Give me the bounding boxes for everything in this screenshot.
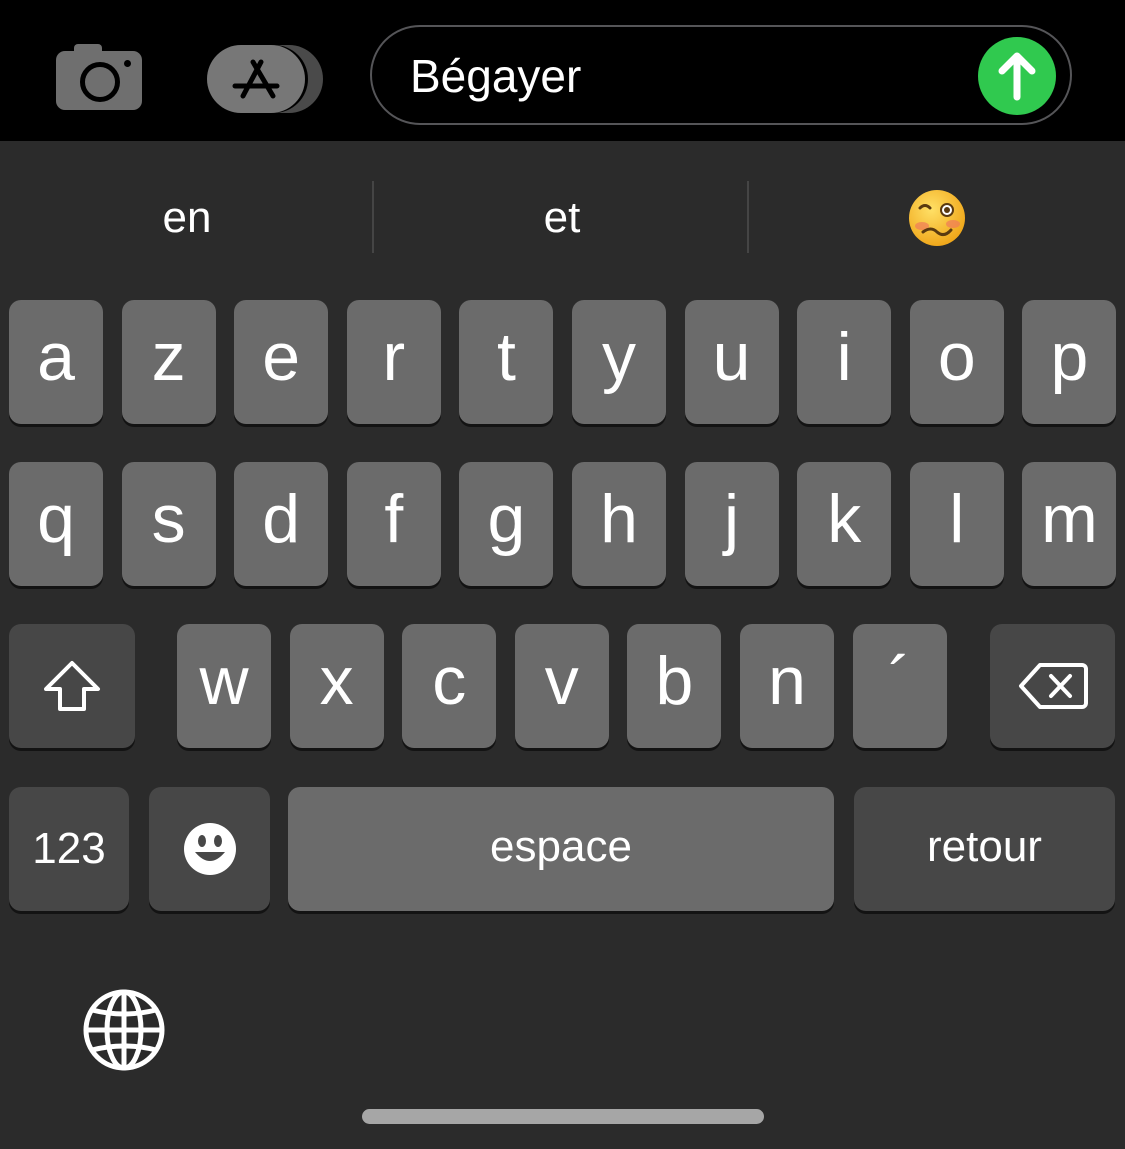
letter-key-label: j <box>724 481 740 557</box>
letter-key[interactable]: g <box>459 462 554 586</box>
letter-key-label: v <box>544 643 579 719</box>
letter-key[interactable]: q <box>9 462 103 586</box>
letter-key[interactable]: m <box>1022 462 1117 586</box>
message-toolbar: Bégayer <box>0 0 1125 141</box>
app-store-icon <box>232 59 280 99</box>
letter-key-label: s <box>151 481 186 557</box>
letter-key-label: ´ <box>888 643 911 719</box>
shift-icon <box>44 661 100 711</box>
letter-key-label: o <box>937 319 976 395</box>
letter-key-label: m <box>1041 481 1098 557</box>
camera-button[interactable] <box>56 44 142 110</box>
message-input[interactable]: Bégayer <box>370 25 1072 125</box>
letter-key-label: z <box>151 319 186 395</box>
letter-key[interactable]: l <box>909 462 1004 586</box>
letter-key-label: p <box>1050 319 1089 395</box>
numbers-key-label: 123 <box>32 824 106 873</box>
space-key[interactable]: espace <box>288 787 834 911</box>
suggestion-en[interactable]: en <box>0 170 374 265</box>
shift-key[interactable] <box>9 624 135 748</box>
letter-key[interactable]: a <box>9 300 103 424</box>
letter-key[interactable]: i <box>797 300 892 424</box>
letter-key[interactable]: k <box>797 462 892 586</box>
smiley-icon <box>183 823 236 875</box>
return-key[interactable]: retour <box>854 787 1115 911</box>
suggestion-divider <box>372 181 374 253</box>
letter-key[interactable]: e <box>234 300 329 424</box>
letter-key-label: r <box>382 319 406 395</box>
letter-key-label: q <box>37 481 75 557</box>
globe-icon[interactable] <box>82 988 166 1072</box>
letter-key-label: t <box>496 319 516 395</box>
camera-icon-top <box>74 44 102 53</box>
letter-key-label: k <box>827 481 862 557</box>
suggestion-et[interactable]: et <box>375 170 749 265</box>
arrow-up-icon <box>998 52 1036 101</box>
woozy-face-emoji-icon <box>909 190 965 246</box>
letter-key[interactable]: v <box>514 624 609 748</box>
letter-key-label: u <box>712 319 751 395</box>
letter-key[interactable]: ´ <box>852 624 947 748</box>
letter-key[interactable]: j <box>684 462 779 586</box>
suggestion-divider <box>747 181 749 253</box>
letter-key[interactable]: r <box>346 300 441 424</box>
letter-key[interactable]: h <box>572 462 666 586</box>
letter-key[interactable]: b <box>627 624 722 748</box>
delete-key[interactable] <box>990 624 1115 748</box>
app-store-button[interactable] <box>207 45 323 113</box>
letter-key-label: g <box>487 481 526 557</box>
letter-key[interactable]: p <box>1022 300 1117 424</box>
letter-key-label: c <box>432 643 467 719</box>
letter-key[interactable]: u <box>684 300 779 424</box>
letter-key[interactable]: c <box>402 624 497 748</box>
send-button[interactable] <box>978 37 1056 115</box>
message-text[interactable]: Bégayer <box>410 49 581 103</box>
return-key-label: retour <box>927 822 1042 871</box>
space-key-label: espace <box>490 822 632 871</box>
letter-key-label: f <box>384 481 404 557</box>
letter-key-label: x <box>319 643 354 719</box>
suggestion-label: en <box>162 193 212 242</box>
letter-key-label: b <box>655 643 694 719</box>
letter-key[interactable]: x <box>289 624 384 748</box>
letter-key[interactable]: n <box>740 624 834 748</box>
letter-key[interactable]: z <box>121 300 216 424</box>
letter-key-label: e <box>262 319 301 395</box>
letter-key-label: a <box>37 319 75 395</box>
letter-key-label: y <box>602 319 636 395</box>
home-indicator[interactable] <box>362 1109 764 1124</box>
emoji-key[interactable] <box>149 787 270 911</box>
letter-key-label: n <box>768 643 806 719</box>
numbers-key[interactable]: 123 <box>9 787 129 911</box>
letter-key-label: i <box>836 319 852 395</box>
suggestion-emoji[interactable] <box>750 170 1124 265</box>
letter-key[interactable]: s <box>121 462 216 586</box>
letter-key-label: h <box>600 481 638 557</box>
letter-key-label: d <box>262 481 301 557</box>
letter-key[interactable]: f <box>346 462 441 586</box>
camera-icon <box>80 62 120 102</box>
suggestion-label: et <box>543 193 581 242</box>
delete-icon <box>1018 663 1088 709</box>
camera-flash-dot <box>124 60 131 67</box>
predictive-text-bar: en et <box>0 170 1125 265</box>
letter-key[interactable]: y <box>572 300 666 424</box>
letter-key-label: l <box>949 481 965 557</box>
letter-key[interactable]: o <box>909 300 1004 424</box>
letter-key-label: w <box>199 643 249 719</box>
letter-key[interactable]: t <box>459 300 554 424</box>
letter-key[interactable]: d <box>234 462 329 586</box>
letter-key[interactable]: w <box>177 624 271 748</box>
